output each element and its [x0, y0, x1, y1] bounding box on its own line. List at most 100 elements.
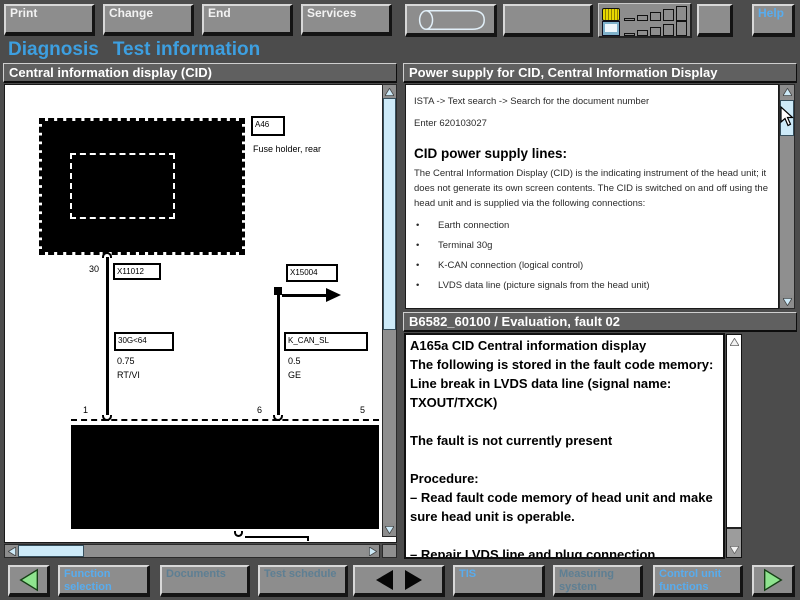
gauge-button[interactable] [405, 4, 497, 37]
scroll-down-button[interactable] [383, 523, 396, 536]
scroll-left-button[interactable] [5, 545, 18, 557]
services-button[interactable]: Services [301, 4, 392, 36]
wire-left-color: RT/VI [117, 370, 140, 380]
fault-evaluation-body: A165a CID Central information display Th… [404, 333, 725, 559]
end-button[interactable]: End [202, 4, 293, 36]
scroll-down-icon [730, 546, 739, 554]
wire-right [277, 293, 280, 421]
measuring-system-button[interactable]: Measuring system [553, 565, 643, 597]
forward-button[interactable] [752, 565, 795, 597]
fuse-holder-block [39, 118, 245, 255]
fault-vertical-scrollbar[interactable] [726, 334, 742, 558]
back-button[interactable] [8, 565, 50, 597]
page-prev-next-button[interactable] [353, 565, 445, 597]
green-forward-arrow-icon [761, 568, 785, 592]
scroll-up-button[interactable] [727, 335, 741, 349]
connector-left-code: X11012 [117, 267, 144, 276]
doc-paragraph: The Central Information Display (CID) is… [414, 166, 768, 211]
bullet-text: LVDS data line (picture signals from the… [438, 280, 650, 291]
wire-right-circuit-box: K_CAN_SL [284, 332, 368, 351]
vertical-scroll-thumb[interactable] [727, 349, 741, 529]
print-button[interactable]: Print [4, 4, 95, 36]
bullet-icon: • [414, 220, 438, 231]
wiring-diagram-canvas: A46 Fuse holder, rear 30 X11012 30G<64 0… [4, 84, 397, 543]
blank-button-1[interactable] [503, 4, 593, 37]
fault-line: A165a CID Central information display [410, 336, 719, 355]
scroll-right-button[interactable] [366, 545, 379, 557]
battery-level-bars [624, 6, 687, 21]
measuring-system-label: Measuring system [555, 567, 640, 594]
component-caption: Fuse holder, rear [253, 144, 321, 154]
scroll-up-button[interactable] [383, 85, 396, 98]
horizontal-scroll-thumb[interactable] [18, 545, 84, 557]
cid-block [71, 425, 379, 529]
scroll-down-button[interactable] [780, 295, 794, 308]
connection-status-row [602, 21, 687, 36]
wire-left-circuit-box: 30G<64 [114, 332, 174, 351]
doc-bullet-item: • LVDS data line (picture signals from t… [414, 280, 770, 291]
control-unit-functions-label: Control unit functions [655, 567, 740, 594]
wire-right-color: GE [288, 370, 301, 380]
help-button[interactable]: Help [752, 4, 795, 37]
scroll-down-icon [385, 526, 394, 534]
wire-left [106, 257, 109, 421]
black-prev-next-arrows-icon [373, 569, 425, 591]
connector-right-box: X15004 [286, 264, 338, 282]
doc-nav-line: ISTA -> Text search -> Search for the do… [414, 96, 770, 107]
wire-left-circuit: 30G<64 [118, 336, 147, 345]
test-schedule-label: Test schedule [260, 567, 345, 582]
scroll-right-icon [369, 547, 377, 556]
right-bottom-panel-header: B6582_60100 / Evaluation, fault 02 [403, 312, 797, 332]
ista-diagnostic-screen: Print Change End Services Help [0, 0, 800, 600]
page-title: Diagnosis Test information [8, 39, 274, 61]
control-unit-functions-button[interactable]: Control unit functions [653, 565, 743, 597]
battery-icon [602, 8, 620, 21]
diagram-vertical-scrollbar[interactable] [382, 84, 397, 537]
tis-label: TIS [455, 567, 542, 582]
change-button[interactable]: Change [103, 4, 194, 36]
document-title: Power supply for CID, Central Informatio… [409, 65, 717, 80]
documents-label: Documents [162, 567, 247, 582]
tis-button[interactable]: TIS [453, 565, 545, 597]
pin-number-1: 1 [83, 405, 88, 415]
pin-number-5: 5 [360, 405, 365, 415]
function-selection-label: Function selection [60, 567, 147, 594]
terminal-30-label: 30 [63, 264, 99, 274]
scroll-up-icon [730, 338, 739, 346]
left-panel-title: Central information display (CID) [9, 65, 212, 80]
cylinder-gauge-icon [413, 8, 489, 32]
battery-status-row [602, 6, 687, 21]
fault-line [410, 526, 719, 545]
wire-right-circuit: K_CAN_SL [288, 336, 329, 345]
arrow-shaft [282, 294, 327, 297]
doc-section-heading: CID power supply lines: [414, 146, 770, 161]
arrow-head-icon [326, 288, 341, 302]
change-label: Change [105, 6, 191, 22]
help-label: Help [754, 6, 792, 22]
fuse-holder-inner-outline [70, 153, 175, 219]
bullet-text: K-CAN connection (logical control) [438, 260, 583, 271]
fault-line [410, 412, 719, 431]
mouse-cursor [780, 106, 795, 127]
fault-line: The fault is not currently present [410, 431, 719, 450]
diagram-horizontal-scrollbar[interactable] [4, 544, 380, 558]
scroll-up-icon [385, 88, 394, 96]
vertical-scroll-thumb[interactable] [383, 98, 396, 330]
doc-bullet-item: • K-CAN connection (logical control) [414, 260, 770, 271]
fault-title: B6582_60100 / Evaluation, fault 02 [409, 314, 620, 329]
doc-bullet-item: • Terminal 30g [414, 240, 770, 251]
scroll-up-button[interactable] [780, 85, 794, 98]
scroll-down-button[interactable] [727, 543, 741, 557]
title-view: Test information [113, 39, 260, 60]
blank-button-2[interactable] [697, 4, 733, 37]
function-selection-button[interactable]: Function selection [58, 565, 150, 597]
cid-top-dashed-edge [71, 419, 379, 421]
fault-line: – Read fault code memory of head unit an… [410, 488, 719, 526]
connection-level-bars [624, 21, 687, 36]
test-schedule-button[interactable]: Test schedule [258, 565, 348, 597]
documents-button[interactable]: Documents [160, 565, 250, 597]
fault-line: Line break in LVDS data line (signal nam… [410, 374, 719, 412]
title-mode: Diagnosis [8, 39, 99, 60]
scroll-left-icon [8, 547, 16, 556]
connector-symbol [234, 531, 243, 537]
